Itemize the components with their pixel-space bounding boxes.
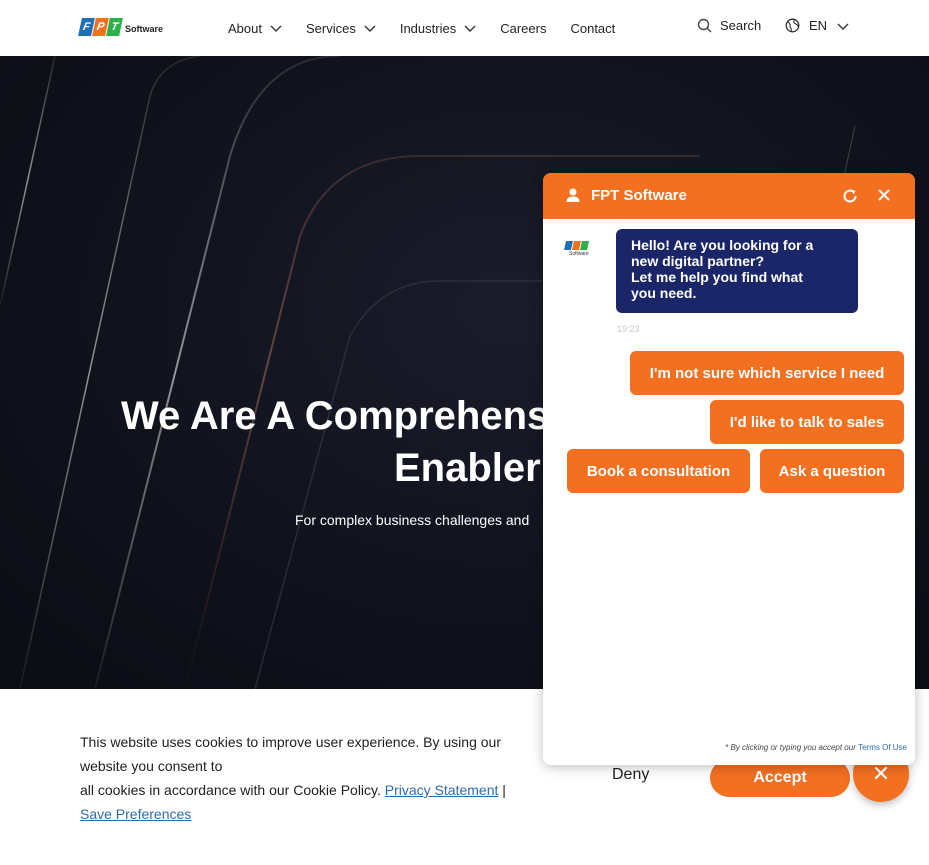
chevron-down-icon (270, 25, 282, 32)
option-ask-question[interactable]: Ask a question (760, 449, 904, 493)
terms-of-use-link[interactable]: Terms Of Use (858, 743, 907, 752)
search-icon (697, 18, 712, 33)
search-label: Search (720, 18, 762, 33)
search-button[interactable]: Search (697, 18, 761, 33)
chat-title: FPT Software (591, 187, 687, 204)
nav-careers-label: Careers (500, 20, 547, 36)
main-nav: About Services Industries Careers Contac… (228, 0, 639, 56)
logo-text: Software (125, 23, 164, 34)
nav-about-label: About (228, 20, 262, 36)
logo-tile-t: T (106, 18, 123, 36)
bot-message-bubble: Hello! Are you looking for a new digital… (616, 229, 858, 313)
option-book-consultation[interactable]: Book a consultation (567, 449, 750, 493)
cookie-text-part2: all cookies in accordance with our Cooki… (80, 782, 381, 798)
bot-avatar: Software (564, 241, 589, 265)
chevron-down-icon (464, 25, 476, 32)
save-preferences-link[interactable]: Save Preferences (80, 806, 191, 822)
user-icon (566, 188, 580, 202)
nav-industries-label: Industries (399, 20, 457, 36)
message-timestamp: 19:23 (617, 324, 640, 334)
refresh-icon[interactable] (841, 187, 859, 205)
nav-services-label: Services (305, 20, 356, 36)
terms-notice: * By clicking or typing you accept our T… (725, 743, 907, 752)
close-icon[interactable] (877, 188, 891, 202)
language-selector[interactable]: EN (785, 18, 849, 33)
cookie-text-part1: This website uses cookies to improve use… (80, 734, 501, 774)
hero-subtitle: For complex business challenges and (295, 512, 530, 528)
nav-contact[interactable]: Contact (570, 21, 615, 36)
chat-header: FPT Software (543, 173, 915, 219)
language-label: EN (809, 18, 828, 33)
chat-widget: FPT Software Software Hello! Are you loo… (543, 173, 915, 765)
option-talk-to-sales[interactable]: I'd like to talk to sales (710, 400, 904, 444)
nav-industries[interactable]: Industries (400, 21, 476, 36)
nav-contact-label: Contact (570, 20, 616, 36)
site-header: F P T Software About Services Industries… (0, 0, 929, 56)
option-not-sure-service[interactable]: I'm not sure which service I need (630, 351, 904, 395)
bot-message-line: Let me help you find what (631, 269, 803, 285)
nav-about[interactable]: About (228, 21, 282, 36)
nav-careers[interactable]: Careers (500, 21, 546, 36)
chevron-down-icon (837, 23, 849, 30)
bot-message-line: Hello! Are you looking for a (631, 237, 814, 253)
bot-avatar-text: Software (569, 251, 589, 257)
deny-button[interactable]: Deny (612, 766, 649, 784)
cookie-message: This website uses cookies to improve use… (80, 730, 550, 826)
globe-icon (785, 18, 800, 33)
bot-message-line: new digital partner? (631, 253, 765, 269)
terms-text: * By clicking or typing you accept our (725, 743, 856, 752)
fpt-software-logo[interactable]: F P T Software (78, 14, 164, 40)
link-separator: | (502, 782, 506, 798)
nav-services[interactable]: Services (306, 21, 376, 36)
bot-message-line: you need. (631, 285, 697, 301)
privacy-statement-link[interactable]: Privacy Statement (385, 782, 499, 798)
chevron-down-icon (364, 25, 376, 32)
hero-title-line1: We Are A Comprehensi (121, 394, 561, 438)
hero-title-line2: Enabler (394, 446, 541, 490)
